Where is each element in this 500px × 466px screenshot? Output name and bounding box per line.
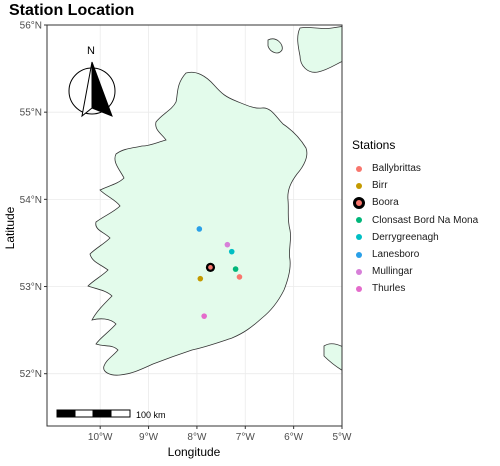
legend-item-birr: Birr [352,177,478,194]
legend-label: Clonsast Bord Na Mona [372,214,479,226]
station-point-thurles [201,313,207,319]
y-tick-label: 55°N [20,108,42,119]
y-tick-label: 52°N [20,369,42,380]
x-tick-label: 7°W [236,432,256,443]
legend-label: Birr [372,180,388,192]
legend-key [352,282,366,296]
legend-marker [356,165,362,172]
legend-key [352,196,366,210]
legend-item-clonsast-bord-na-mona: Clonsast Bord Na Mona [352,212,478,229]
legend-title: Stations [352,138,396,152]
y-axis-title: Latitude [3,206,17,249]
station-point-ballybrittas [236,274,243,280]
legend-key [352,213,366,227]
scale-seg-2 [74,409,94,418]
legend-key [352,230,366,244]
station-point-boora [208,265,213,270]
legend-label: Boora [372,197,399,209]
legend-marker [356,182,362,189]
legend-marker [353,196,365,209]
station-point-birr [197,275,204,282]
legend: Stations Ballybrittas Birr Boora Clonsast B… [352,138,478,298]
legend-marker [356,285,362,292]
legend-item-lanesboro: Lanesboro [352,246,478,263]
x-axis: 10°W 9°W 8°W 7°W 6°W 5°W [88,426,352,443]
x-tick-label: 10°W [88,432,113,443]
legend-key [352,179,366,193]
x-axis-title: Longitude [168,445,221,459]
y-axis: 52°N 53°N 54°N 55°N 56°N [20,21,47,380]
legend-item-ballybrittas: Ballybrittas [352,160,478,177]
station-point-mullingar [224,241,231,248]
legend-item-mullingar: Mullingar [352,263,478,280]
legend-marker [356,234,362,241]
north-arrow-label: N [87,45,95,57]
station-point-clonsast-bord-na-mona [232,266,239,272]
legend-item-derrygreenagh: Derrygreenagh [352,229,478,246]
legend-key [352,265,366,279]
y-tick-label: 56°N [20,21,42,32]
station-point-derrygreenagh [228,248,235,255]
legend-label: Mullingar [372,266,413,278]
legend-item-boora: Boora [352,194,478,211]
y-tick-label: 53°N [20,282,42,293]
legend-label: Thurles [372,283,406,295]
x-tick-label: 6°W [284,432,304,443]
scale-seg-1 [56,409,76,418]
legend-marker [356,217,362,224]
legend-label: Lanesboro [372,249,420,261]
legend-label: Derrygreenagh [372,231,439,243]
legend-key [352,162,366,176]
legend-marker [356,268,362,275]
legend-key [352,248,366,262]
scale-seg-3 [92,409,112,418]
x-tick-label: 8°W [187,432,207,443]
legend-label: Ballybrittas [372,163,421,175]
legend-item-thurles: Thurles [352,280,478,297]
legend-items: Ballybrittas Birr Boora Clonsast Bord Na Mo… [352,160,478,298]
legend-marker [356,251,362,258]
station-point-lanesboro [196,226,203,232]
scale-seg-4 [110,409,131,418]
y-tick-label: 54°N [20,195,42,206]
scale-bar-label: 100 km [136,410,166,420]
x-tick-label: 9°W [139,432,159,443]
x-tick-label: 5°W [333,432,353,443]
